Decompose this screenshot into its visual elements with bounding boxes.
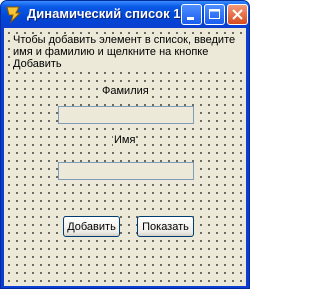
close-icon <box>232 9 243 20</box>
surname-label: Фамилия <box>101 85 150 98</box>
app-window: Динамический список 1 Чтобы добавить эле… <box>0 0 250 289</box>
add-button[interactable]: Добавить <box>63 216 120 237</box>
surname-input[interactable] <box>58 106 194 124</box>
form-client-area: Чтобы добавить элемент в список, введите… <box>4 28 246 286</box>
maximize-button[interactable] <box>204 4 225 25</box>
instruction-label: Чтобы добавить элемент в список, введите… <box>13 34 243 70</box>
name-input[interactable] <box>58 162 194 180</box>
maximize-icon <box>209 9 220 19</box>
show-button-label: Показать <box>142 220 189 233</box>
window-title: Динамический список 1 <box>27 6 181 21</box>
show-button[interactable]: Показать <box>137 216 194 237</box>
minimize-button[interactable] <box>181 4 202 25</box>
app-icon[interactable] <box>6 5 22 24</box>
title-bar[interactable]: Динамический список 1 <box>1 1 249 28</box>
add-button-label: Добавить <box>67 220 116 233</box>
close-button[interactable] <box>227 4 248 25</box>
minimize-icon <box>187 17 194 20</box>
name-label: Имя <box>113 134 137 147</box>
